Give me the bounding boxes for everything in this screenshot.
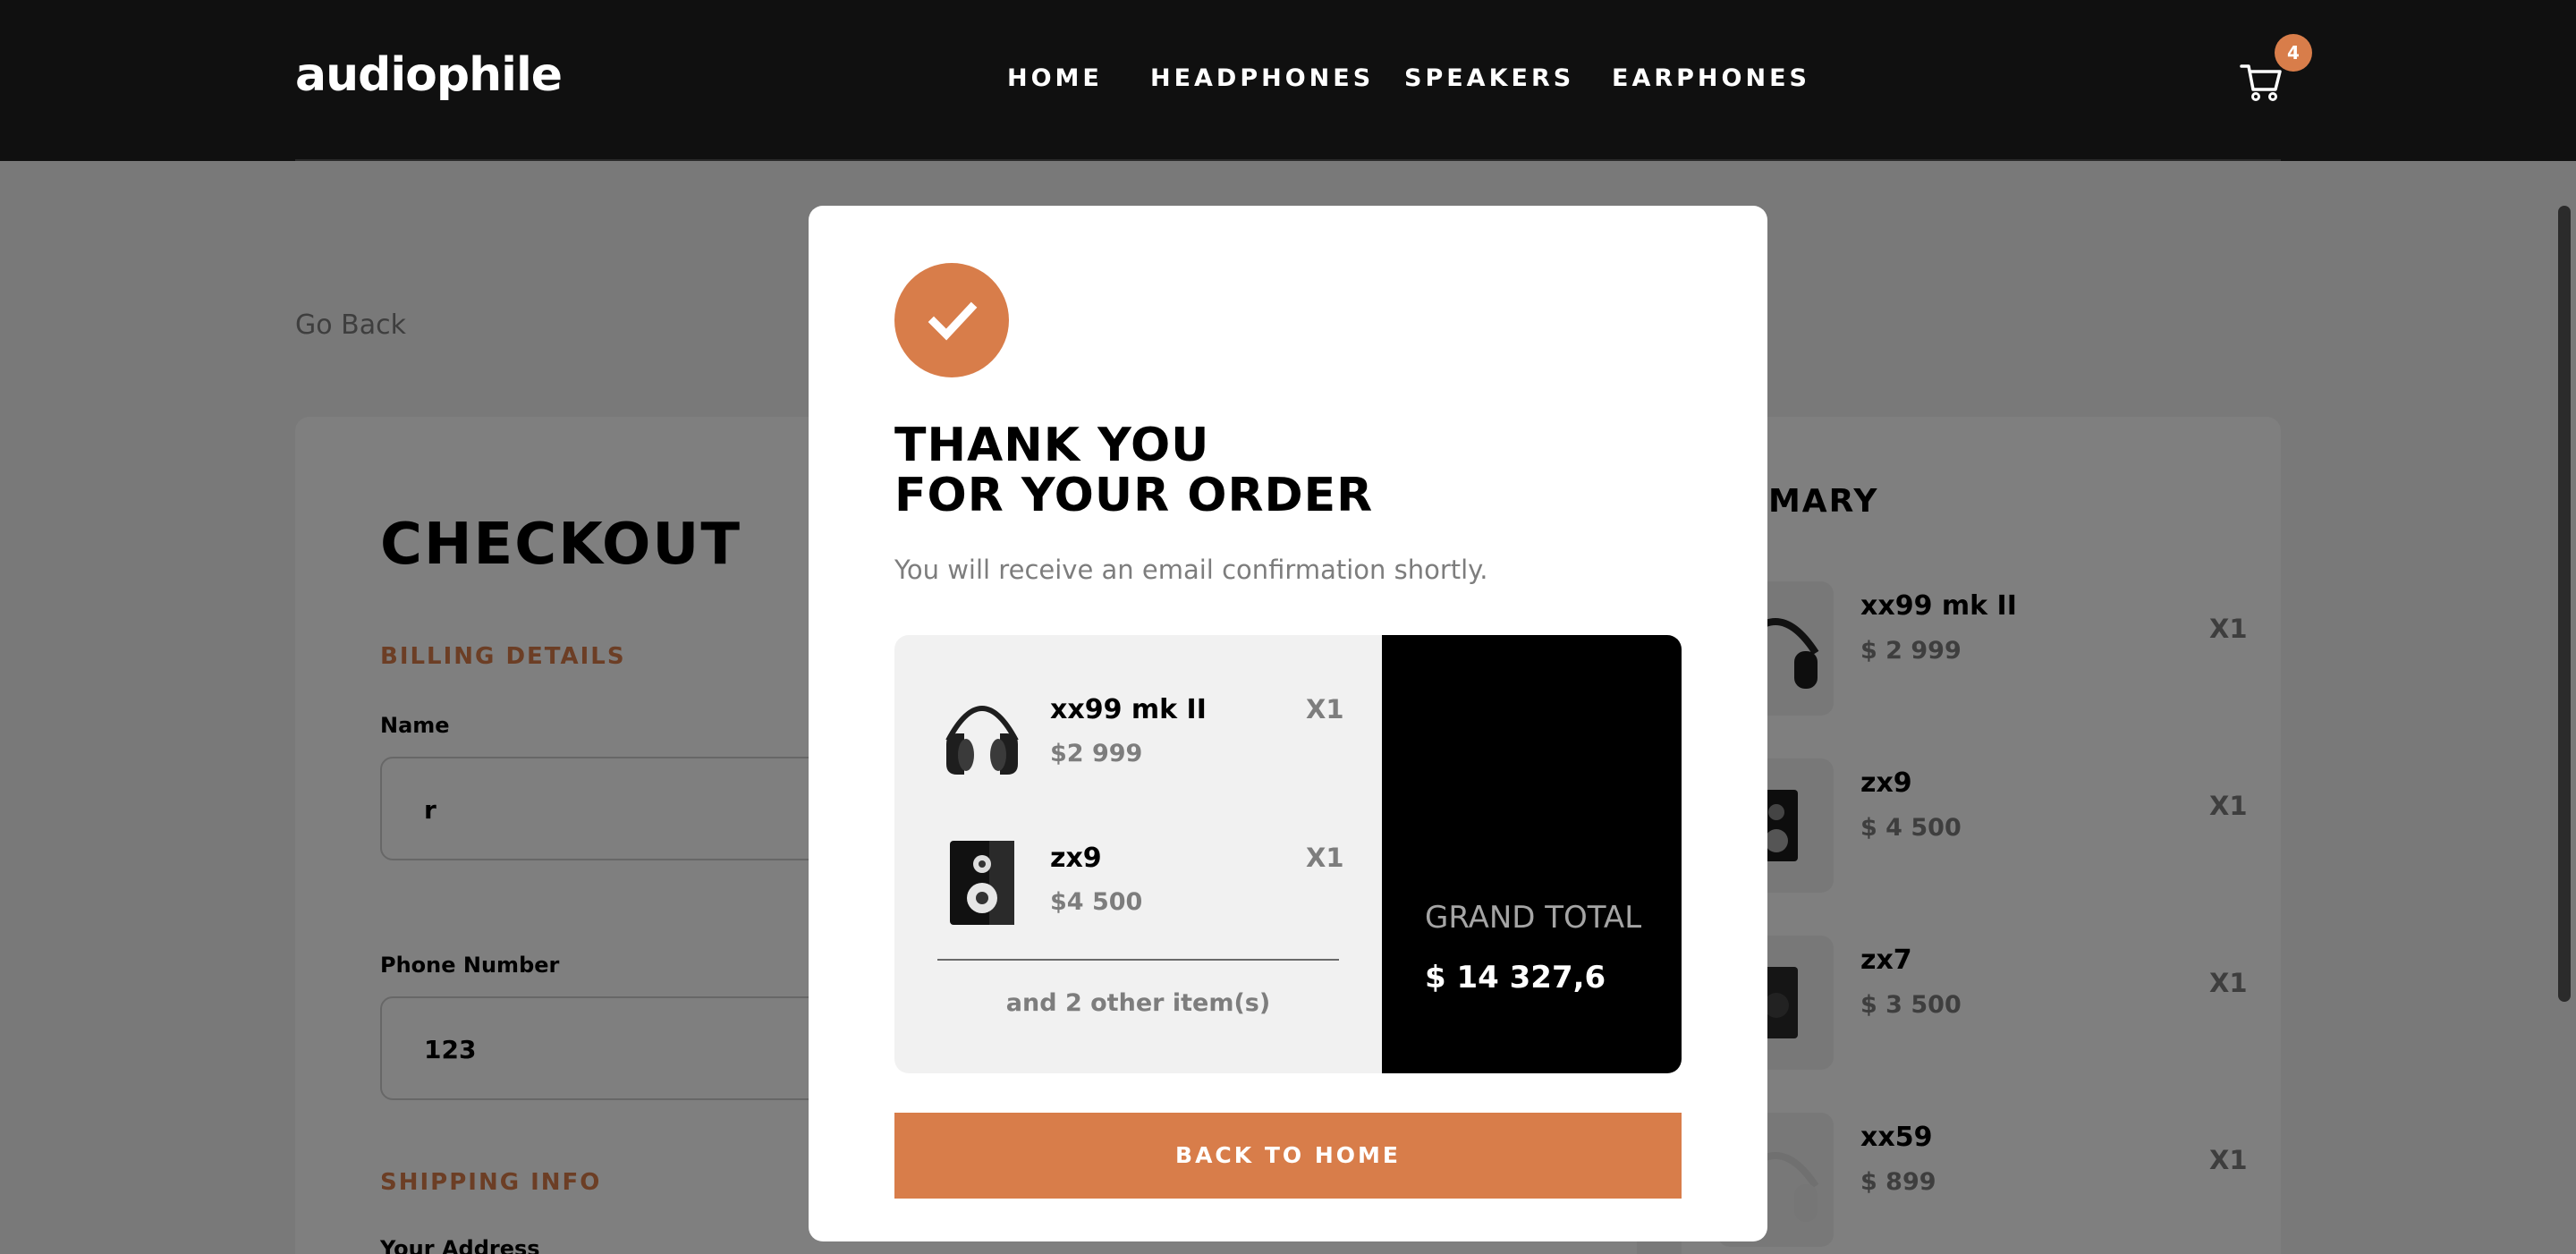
modal-title: THANK YOU FOR YOUR ORDER (894, 420, 1373, 521)
other-items-toggle[interactable]: and 2 other item(s) (894, 989, 1382, 1017)
nav-speakers[interactable]: SPEAKERS (1404, 64, 1574, 92)
modal-title-line1: THANK YOU (894, 419, 1210, 472)
site-header: audiophile HOME HEADPHONES SPEAKERS EARP… (0, 0, 2576, 161)
items-divider (937, 959, 1339, 961)
order-item-price: $4 500 (1050, 888, 1143, 916)
cart-icon[interactable] (2240, 59, 2284, 104)
grand-total-label: GRAND TOTAL (1425, 900, 1642, 936)
grand-total-value: $ 14 327,6 (1425, 960, 1606, 996)
order-item-qty: X1 (1306, 843, 1344, 873)
order-item-qty: X1 (1306, 694, 1344, 724)
nav-headphones[interactable]: HEADPHONES (1150, 64, 1374, 92)
speaker-image (950, 841, 1014, 925)
page-scrollbar[interactable] (2558, 206, 2571, 1002)
modal-title-line2: FOR YOUR ORDER (894, 469, 1374, 522)
order-item-price: $2 999 (1050, 740, 1143, 767)
order-item-name: xx99 mk II (1050, 694, 1207, 725)
check-icon (928, 301, 978, 341)
grand-total-box: GRAND TOTAL $ 14 327,6 (1382, 635, 1682, 1073)
headphones-image (945, 706, 1019, 775)
modal-subtitle: You will receive an email confirmation s… (894, 555, 1488, 585)
nav-earphones[interactable]: EARPHONES (1612, 64, 1810, 92)
back-to-home-button[interactable]: BACK TO HOME (894, 1113, 1682, 1199)
order-item-name: zx9 (1050, 843, 1102, 874)
cart-count-badge: 4 (2275, 34, 2312, 72)
ordered-items-box: xx99 mk II $2 999 X1 zx9 $4 500 X1 and 2… (894, 635, 1382, 1073)
nav-home[interactable]: HOME (1007, 64, 1103, 92)
order-confirmation-modal: THANK YOU FOR YOUR ORDER You will receiv… (809, 206, 1767, 1241)
logo[interactable]: audiophile (295, 48, 563, 102)
success-badge (894, 263, 1009, 377)
